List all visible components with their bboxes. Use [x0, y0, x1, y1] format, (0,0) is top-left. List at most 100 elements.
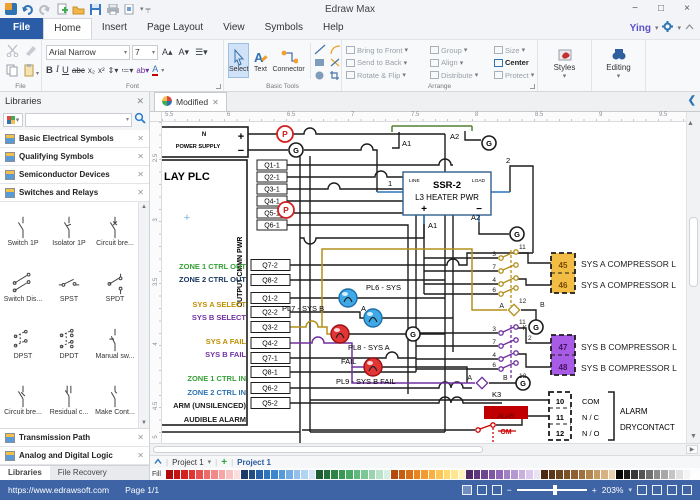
palette-swatch[interactable]	[496, 470, 503, 479]
palette-swatch[interactable]	[654, 470, 661, 479]
palette-swatch[interactable]	[204, 470, 211, 479]
lamp-pl6[interactable]	[339, 289, 357, 307]
user-account-button[interactable]: Ying	[630, 23, 651, 34]
palette-swatch[interactable]	[331, 470, 338, 479]
palette-swatch[interactable]	[534, 470, 541, 479]
line-spacing-button[interactable]: ⇕▾	[108, 66, 119, 75]
palette-swatch[interactable]	[459, 470, 466, 479]
palette-swatch[interactable]	[181, 470, 188, 479]
palette-swatch[interactable]	[294, 470, 301, 479]
settings-caret-icon[interactable]: ▾	[677, 24, 681, 32]
category-close-icon[interactable]: ✕	[137, 451, 144, 460]
wire-green[interactable]	[392, 126, 472, 132]
palette-swatch[interactable]	[361, 470, 368, 479]
palette-swatch[interactable]	[586, 470, 593, 479]
palette-swatch[interactable]	[451, 470, 458, 479]
palette-swatch[interactable]	[256, 470, 263, 479]
zoom-area-icon[interactable]	[667, 485, 677, 495]
panel-tab-file-recovery[interactable]: File Recovery	[50, 466, 115, 480]
symbol-switch-disconnector[interactable]: Switch Dis...	[0, 270, 46, 303]
zoom-slider[interactable]	[517, 489, 587, 491]
underline-button[interactable]: U	[62, 65, 69, 76]
subscript-button[interactable]: x₂	[88, 66, 95, 75]
symbol-isolator-1p[interactable]: Isolator 1P	[46, 214, 92, 247]
palette-swatch[interactable]	[511, 470, 518, 479]
arc-tool-icon[interactable]	[329, 42, 343, 54]
rotate-flip-button[interactable]: Rotate & Flip▾	[346, 69, 430, 82]
palette-swatch[interactable]	[271, 470, 278, 479]
category-close-icon[interactable]: ✕	[137, 170, 144, 179]
zoom-slider-thumb[interactable]	[553, 485, 557, 495]
palette-swatch[interactable]	[639, 470, 646, 479]
palette-swatch[interactable]	[226, 470, 233, 479]
vertical-scroll-thumb[interactable]	[689, 217, 698, 287]
symbol-spst[interactable]: SPST	[46, 270, 92, 303]
crop-tool-icon[interactable]	[329, 68, 343, 80]
palette-swatch[interactable]	[241, 470, 248, 479]
palette-swatch[interactable]	[189, 470, 196, 479]
palette-swatch[interactable]	[384, 470, 391, 479]
category-close-icon[interactable]: ✕	[137, 433, 144, 442]
format-painter-icon[interactable]	[24, 44, 37, 62]
library-category-switches-relays[interactable]: Switches and Relays ✕	[0, 184, 149, 202]
palette-swatch[interactable]	[301, 470, 308, 479]
palette-swatch[interactable]	[504, 470, 511, 479]
palette-swatch[interactable]	[399, 470, 406, 479]
open-button[interactable]	[72, 3, 85, 15]
document-tab-modified[interactable]: Modified ✕	[154, 92, 227, 111]
horizontal-scrollbar[interactable]: ▶	[150, 443, 700, 455]
italic-button[interactable]: I	[56, 65, 59, 75]
palette-swatch[interactable]	[571, 470, 578, 479]
panel-tab-libraries[interactable]: Libraries	[0, 466, 50, 480]
page-selector-caret-icon[interactable]: ▾	[208, 458, 212, 466]
align-menu-button[interactable]: ☰▾	[193, 44, 210, 60]
power-supply-box[interactable]: N POWER SUPPLY + −	[162, 127, 248, 157]
palette-swatch[interactable]	[421, 470, 428, 479]
editing-button[interactable]: Editing▾	[596, 43, 641, 80]
palette-swatch[interactable]	[444, 470, 451, 479]
text-tool-button[interactable]: A Text	[251, 43, 269, 78]
tab-help[interactable]: Help	[313, 18, 354, 39]
ellipse-tool-icon[interactable]	[314, 68, 328, 80]
superscript-button[interactable]: x²	[98, 66, 105, 75]
category-close-icon[interactable]: ✕	[137, 134, 144, 143]
import-button[interactable]	[55, 3, 68, 15]
copy-icon[interactable]	[6, 64, 19, 82]
symbol-dpst[interactable]: DPST	[0, 327, 46, 360]
strikethrough-button[interactable]: abc	[72, 66, 85, 75]
palette-swatch[interactable]	[339, 470, 346, 479]
zoom-level[interactable]: 203%	[602, 485, 624, 495]
zoom-out-button[interactable]: −	[507, 485, 512, 495]
category-close-icon[interactable]: ✕	[137, 188, 144, 197]
palette-swatch[interactable]	[376, 470, 383, 479]
scroll-up-icon[interactable]: ▲	[687, 120, 694, 127]
lamp-pl9[interactable]	[364, 358, 382, 376]
view-normal-icon[interactable]	[462, 485, 472, 495]
palette-swatch[interactable]	[174, 470, 181, 479]
palette-swatch[interactable]	[436, 470, 443, 479]
palette-swatch[interactable]	[519, 470, 526, 479]
library-search-input[interactable]: ▾	[25, 113, 132, 127]
pencil-tool-icon[interactable]	[329, 55, 343, 67]
symbol-make-contact[interactable]: Make Cont...	[92, 383, 138, 416]
palette-swatch[interactable]	[474, 470, 481, 479]
grow-font-button[interactable]: A▴	[160, 44, 175, 60]
horizontal-scroll-thumb[interactable]	[153, 446, 483, 453]
palette-swatch[interactable]	[676, 470, 683, 479]
library-category-semiconductor[interactable]: Semiconductor Devices ✕	[0, 166, 149, 184]
export-button[interactable]	[123, 3, 136, 15]
status-url[interactable]: https://www.edrawsoft.com	[0, 485, 109, 495]
align-button[interactable]: Align▾	[430, 57, 494, 70]
palette-swatch[interactable]	[594, 470, 601, 479]
zoom-in-button[interactable]: +	[592, 485, 597, 495]
palette-swatch[interactable]	[646, 470, 653, 479]
library-category-transmission-path[interactable]: Transmission Path ✕	[0, 429, 149, 447]
select-tool-button[interactable]: Select	[228, 43, 249, 78]
compressor-terminals-a[interactable]: 45 46	[551, 253, 575, 293]
palette-swatch[interactable]	[684, 470, 691, 479]
scroll-down-icon[interactable]: ▼	[139, 418, 149, 428]
tab-insert[interactable]: Insert	[92, 18, 137, 39]
tab-page-layout[interactable]: Page Layout	[137, 18, 213, 39]
palette-swatch[interactable]	[166, 470, 173, 479]
distribute-button[interactable]: Distribute▾	[430, 69, 494, 82]
